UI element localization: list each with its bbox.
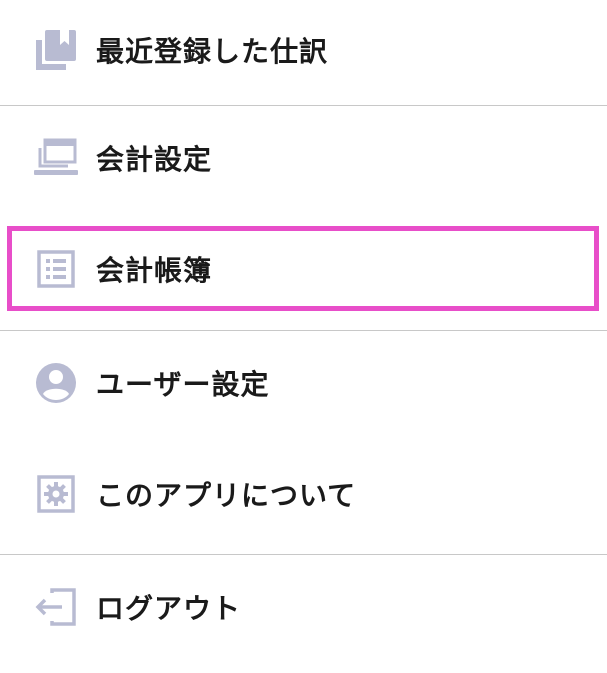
side-menu: 最近登録した仕訳 会計設定 会計帳簿 ユーザー設定 このアプリについて ログアウ… <box>0 0 607 673</box>
divider <box>0 554 607 555</box>
menu-item-label: ユーザー設定 <box>96 368 270 401</box>
menu-item-label: 会計設定 <box>96 143 213 176</box>
menu-item-recent-journals[interactable]: 最近登録した仕訳 <box>0 0 607 100</box>
menu-item-about-app[interactable]: このアプリについて <box>0 444 607 544</box>
divider <box>0 105 607 106</box>
menu-item-label: このアプリについて <box>96 479 357 512</box>
list-document-icon <box>32 245 80 293</box>
menu-item-label: 会計帳簿 <box>96 254 213 287</box>
user-circle-icon <box>32 359 80 407</box>
gear-square-icon <box>32 470 80 518</box>
logout-arrow-icon <box>32 583 80 631</box>
menu-item-logout[interactable]: ログアウト <box>0 557 607 657</box>
laptop-window-icon <box>32 134 80 182</box>
menu-item-accounting-ledger[interactable]: 会計帳簿 <box>0 219 607 319</box>
bookmark-book-icon <box>32 26 80 74</box>
menu-item-label: ログアウト <box>96 592 242 625</box>
divider <box>0 330 607 331</box>
menu-item-accounting-settings[interactable]: 会計設定 <box>0 108 607 208</box>
menu-item-label: 最近登録した仕訳 <box>96 35 329 68</box>
menu-item-user-settings[interactable]: ユーザー設定 <box>0 333 607 433</box>
